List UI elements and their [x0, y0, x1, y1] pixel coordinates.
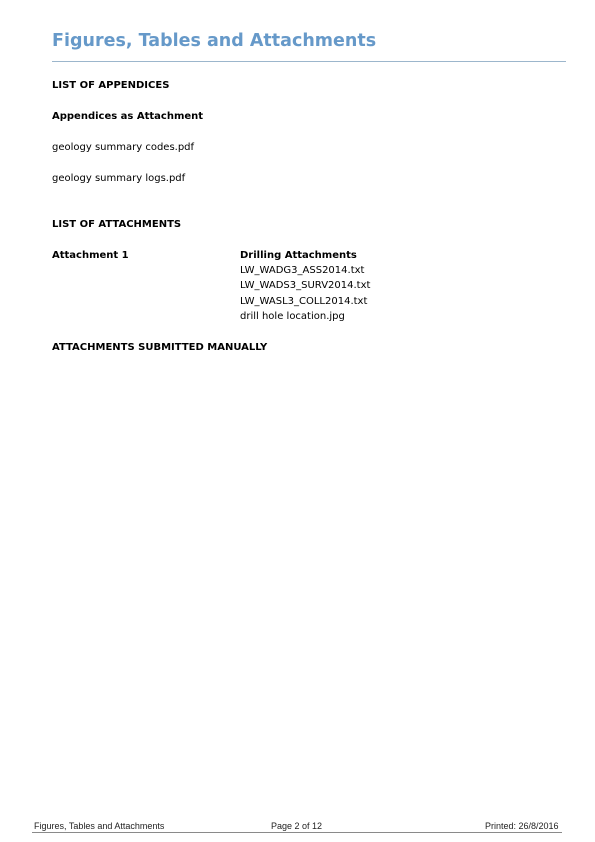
- attachment-title: Drilling Attachments: [240, 250, 357, 261]
- appendix-item: geology summary codes.pdf: [52, 142, 195, 153]
- attachment-file: drill hole location.jpg: [240, 311, 345, 322]
- manual-attachments-heading: ATTACHMENTS SUBMITTED MANUALLY: [52, 342, 268, 353]
- attachments-heading: LIST OF ATTACHMENTS: [52, 219, 182, 230]
- appendix-item: geology summary logs.pdf: [52, 173, 186, 184]
- attachment-label: Attachment 1: [52, 250, 129, 261]
- appendices-heading: LIST OF APPENDICES: [52, 80, 170, 91]
- attachment-file: LW_WASL3_COLL2014.txt: [240, 296, 368, 307]
- footer-page-number: Page 2 of 12: [271, 821, 323, 831]
- attachment-file: LW_WADS3_SURV2014.txt: [240, 280, 371, 291]
- footer-divider: [32, 832, 562, 833]
- appendices-subheading: Appendices as Attachment: [52, 111, 204, 122]
- title-divider: [52, 61, 566, 62]
- footer-section-title: Figures, Tables and Attachments: [34, 821, 165, 831]
- attachment-file: LW_WADG3_ASS2014.txt: [240, 265, 365, 276]
- footer-print-date: Printed: 26/8/2016: [485, 821, 559, 831]
- page-title: Figures, Tables and Attachments: [52, 31, 377, 51]
